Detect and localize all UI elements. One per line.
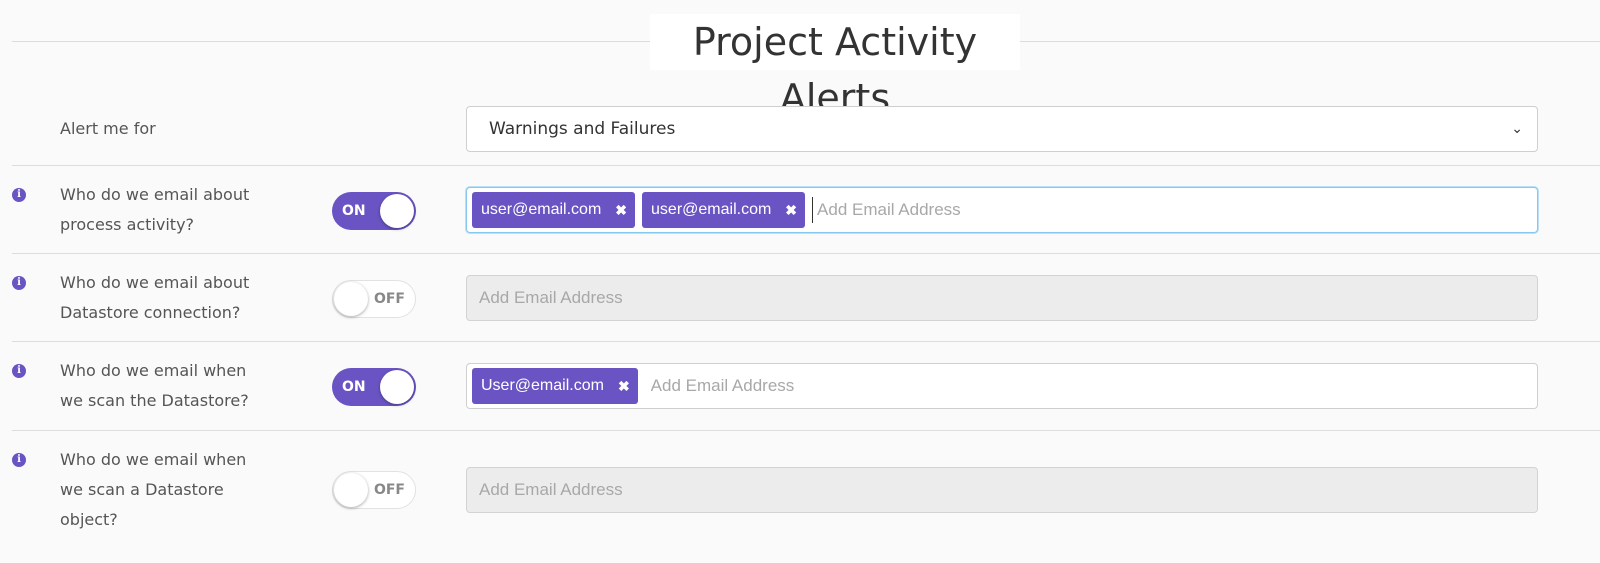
scan-datastore-object-toggle[interactable]: OFF — [332, 471, 416, 509]
close-icon[interactable]: ✖ — [615, 192, 627, 228]
email-chip: user@email.com ✖ — [472, 192, 636, 228]
datastore-connection-toggle[interactable]: OFF — [332, 280, 416, 318]
toggle-state: ON — [342, 379, 366, 395]
toggle-knob — [334, 473, 368, 507]
email-input — [467, 471, 1537, 509]
divider — [12, 430, 1600, 431]
scan-datastore-object-label: Who do we email when we scan a Datastore… — [60, 445, 300, 535]
divider — [12, 253, 1600, 254]
alert-level-value: Warnings and Failures — [489, 119, 676, 139]
scan-datastore-toggle[interactable]: ON — [332, 368, 416, 406]
label-line: we scan a Datastore — [60, 480, 224, 499]
toggle-knob — [380, 370, 414, 404]
email-chip-text: User@email.com — [481, 377, 604, 394]
page-title: Project Activity Alerts — [650, 14, 1020, 120]
process-activity-toggle[interactable]: ON — [332, 192, 416, 230]
email-input — [467, 279, 1537, 317]
label-line: object? — [60, 510, 118, 529]
label-line: Who do we email when — [60, 361, 247, 380]
toggle-state: OFF — [373, 482, 405, 498]
divider — [12, 165, 1600, 166]
info-icon[interactable]: i — [12, 188, 26, 202]
email-chip: User@email.com ✖ — [472, 368, 638, 404]
process-activity-label: Who do we email about process activity? — [60, 180, 300, 240]
divider — [12, 341, 1600, 342]
scan-datastore-email-field[interactable]: User@email.com ✖ — [466, 363, 1538, 409]
label-line: Who do we email about — [60, 273, 250, 292]
label-line: Who do we email when — [60, 450, 247, 469]
close-icon[interactable]: ✖ — [618, 368, 630, 404]
datastore-connection-email-field — [466, 275, 1538, 321]
label-line: process activity? — [60, 215, 195, 234]
chevron-down-icon: ⌄ — [1511, 121, 1523, 137]
info-icon[interactable]: i — [12, 276, 26, 290]
alert-level-label: Alert me for — [60, 119, 156, 138]
alert-level-select[interactable]: Warnings and Failures ⌄ — [466, 106, 1538, 152]
email-chip-text: user@email.com — [651, 201, 772, 218]
scan-datastore-label: Who do we email when we scan the Datasto… — [60, 356, 300, 416]
label-line: we scan the Datastore? — [60, 391, 249, 410]
email-input[interactable] — [644, 367, 1537, 405]
info-icon[interactable]: i — [12, 364, 26, 378]
label-line: Who do we email about — [60, 185, 250, 204]
toggle-knob — [334, 282, 368, 316]
toggle-knob — [380, 194, 414, 228]
close-icon[interactable]: ✖ — [785, 192, 797, 228]
process-activity-email-field[interactable]: user@email.com ✖ user@email.com ✖ — [466, 187, 1538, 233]
info-icon[interactable]: i — [12, 453, 26, 467]
toggle-state: ON — [342, 203, 366, 219]
datastore-connection-label: Who do we email about Datastore connecti… — [60, 268, 300, 328]
email-chip-text: user@email.com — [481, 201, 602, 218]
toggle-state: OFF — [373, 291, 405, 307]
label-line: Datastore connection? — [60, 303, 241, 322]
email-input[interactable] — [812, 197, 1537, 223]
email-chip: user@email.com ✖ — [642, 192, 806, 228]
scan-datastore-object-email-field — [466, 467, 1538, 513]
